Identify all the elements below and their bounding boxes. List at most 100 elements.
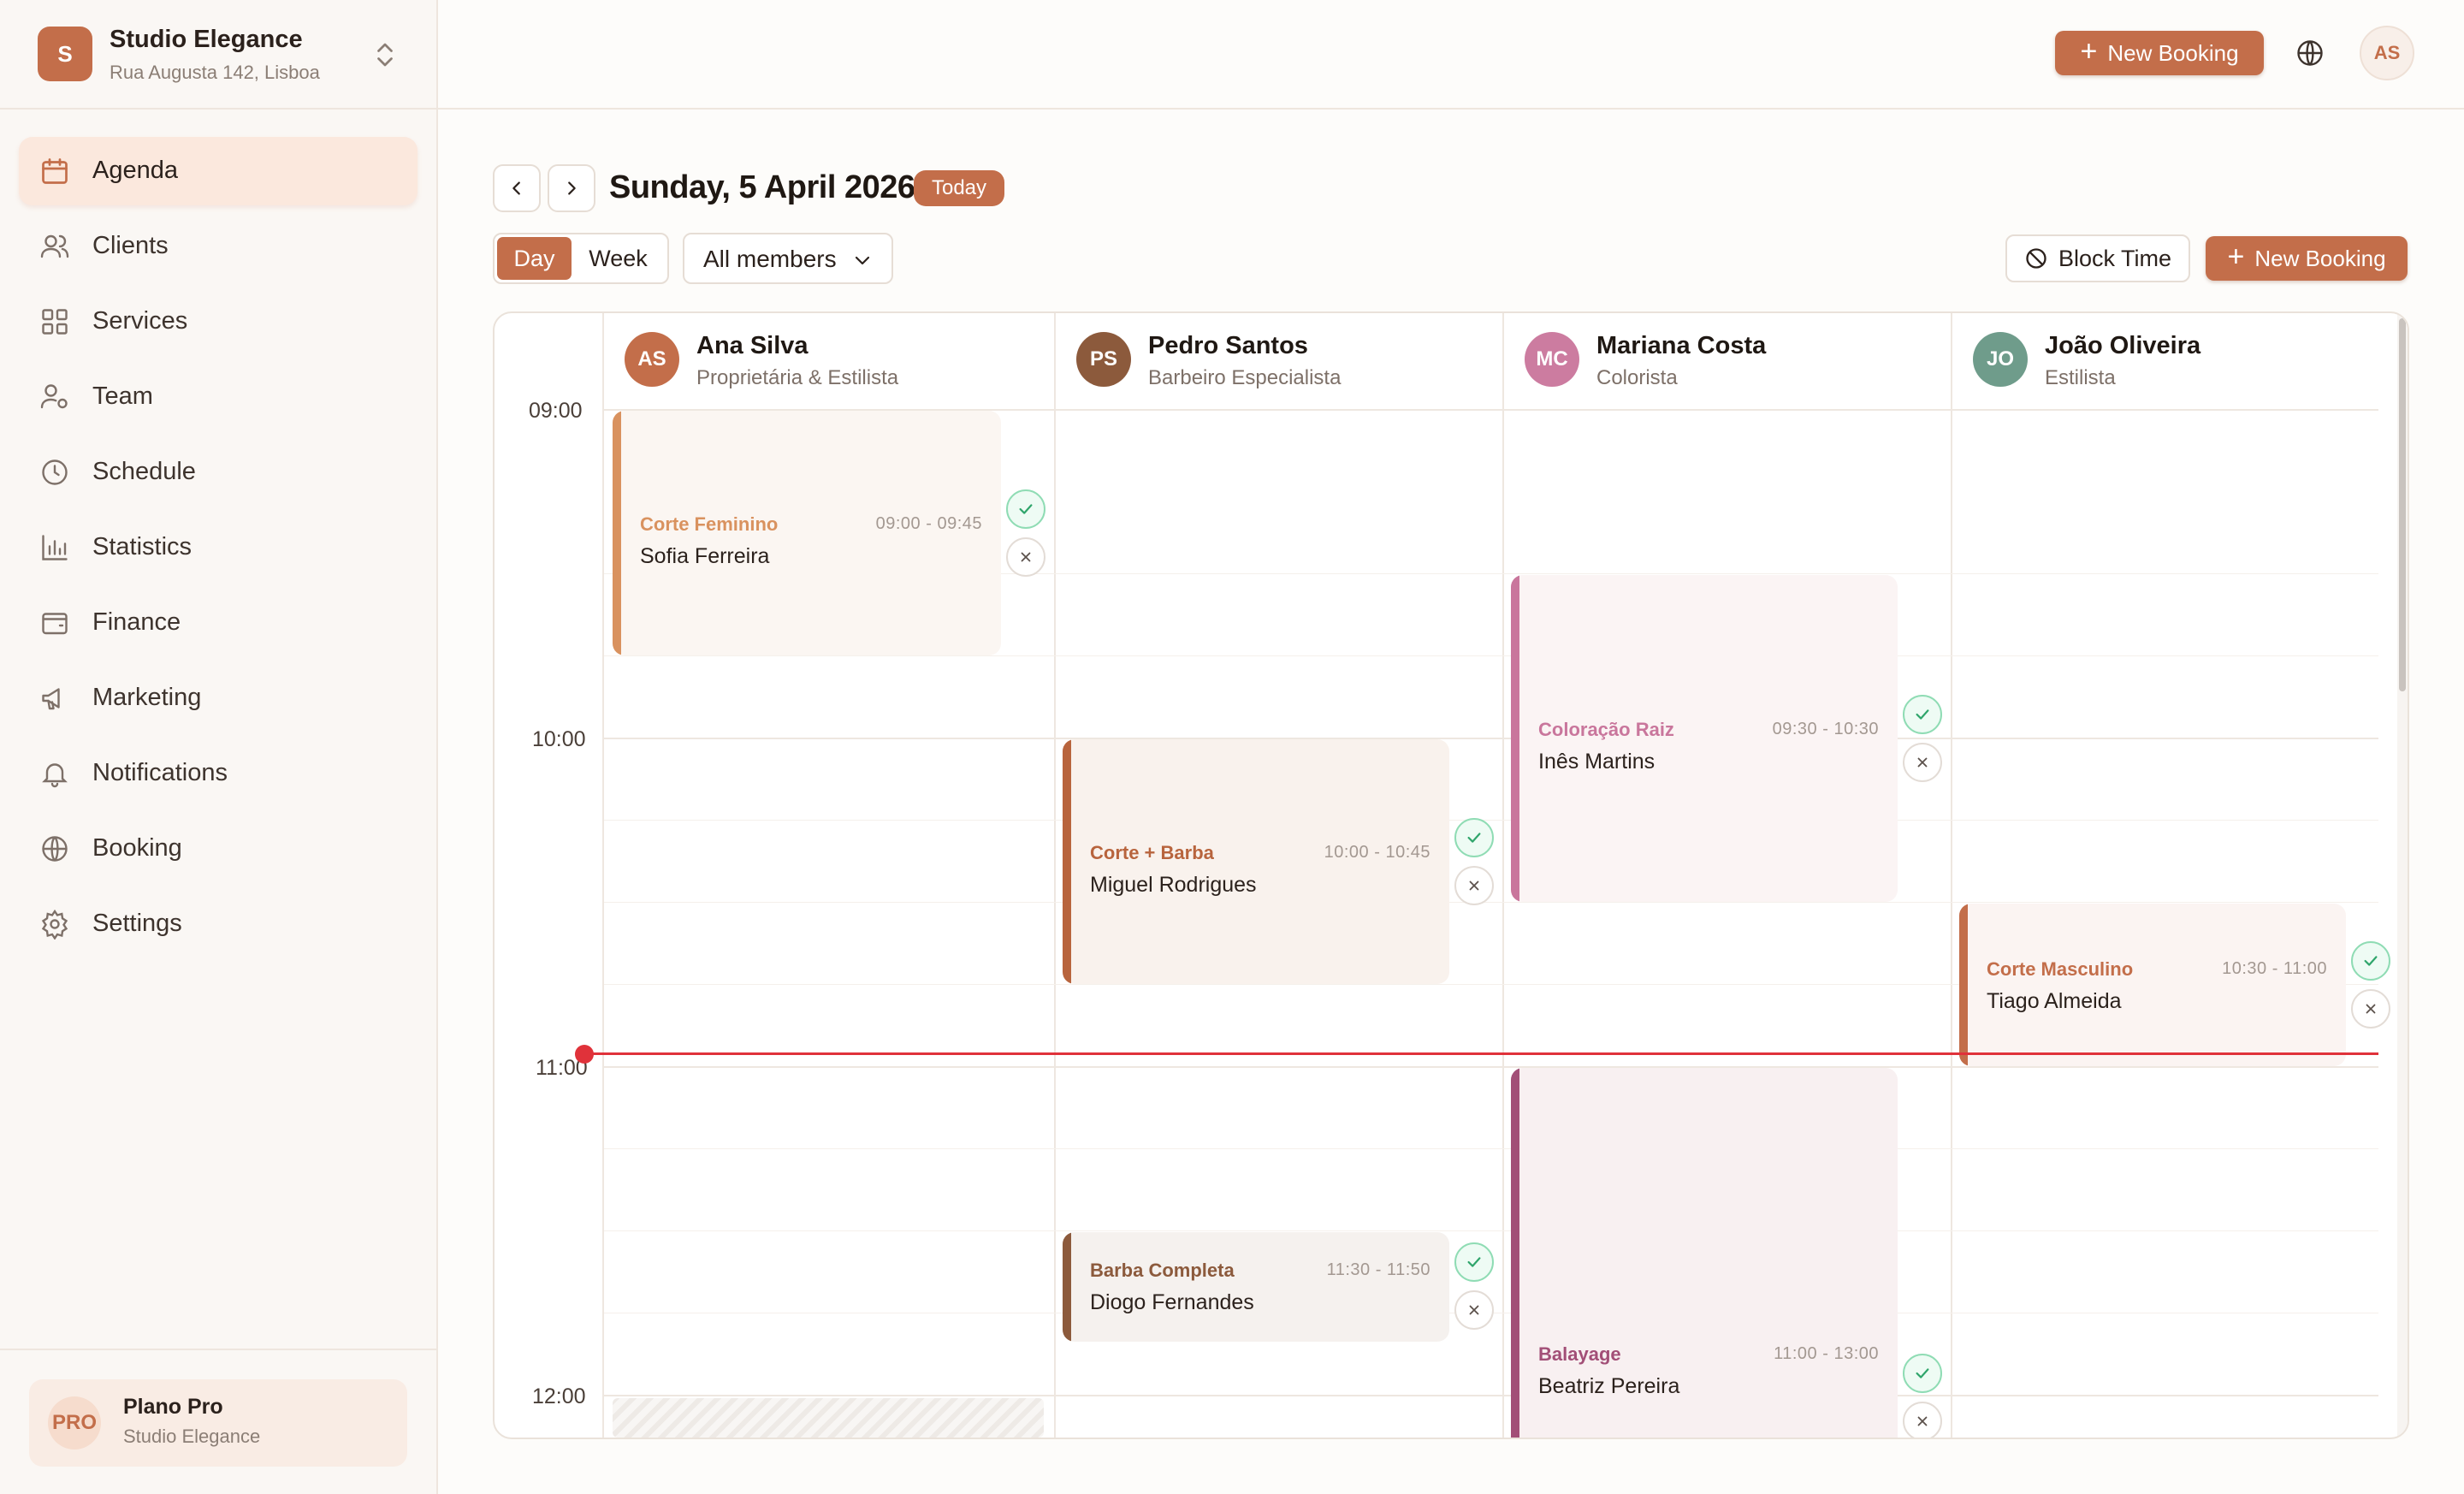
chevron-up-down-icon[interactable] [370, 38, 400, 72]
confirm-appointment-button[interactable] [2351, 941, 2390, 981]
cancel-appointment-button[interactable] [1454, 866, 1494, 905]
sidebar-item-finance[interactable]: Finance [19, 589, 418, 657]
appointment-color-bar [613, 411, 621, 655]
week-view-button[interactable]: Week [572, 237, 665, 280]
divider [0, 1349, 436, 1350]
plan-name: Plano Pro [123, 1395, 223, 1419]
cancel-appointment-button[interactable] [1903, 743, 1942, 782]
confirm-appointment-button[interactable] [1903, 695, 1942, 734]
appointment-service: Corte + Barba [1090, 842, 1214, 863]
avatar: JO [1973, 332, 2028, 387]
appointment-client: Inês Martins [1538, 750, 1656, 774]
today-button[interactable]: Today [914, 170, 1004, 206]
appointment-service: Balayage [1538, 1343, 1621, 1365]
appointment-card[interactable]: Barba Completa 11:30 - 11:50 Diogo Ferna… [1063, 1232, 1449, 1342]
plus-icon: + [2227, 240, 2245, 273]
sidebar-item-label: Schedule [92, 458, 196, 485]
appointment-client: Diogo Fernandes [1090, 1290, 1254, 1314]
appointment-client: Tiago Almeida [1987, 989, 2122, 1013]
time-label: 10:00 [532, 727, 586, 751]
sidebar-item-label: Finance [92, 608, 181, 636]
day-view-button[interactable]: Day [497, 237, 572, 280]
cancel-appointment-button[interactable] [1903, 1402, 1942, 1438]
member-column-header[interactable]: AS Ana Silva Proprietária & Estilista [604, 313, 1054, 409]
appointment-color-bar [1063, 1232, 1071, 1342]
ban-icon [2026, 248, 2046, 269]
sidebar-item-agenda[interactable]: Agenda [19, 137, 418, 205]
block-time-button[interactable]: Block Time [2005, 234, 2190, 282]
appointment-card[interactable]: Corte Feminino 09:00 - 09:45 Sofia Ferre… [613, 411, 1001, 655]
new-booking-button-secondary[interactable]: + New Booking [2206, 236, 2408, 281]
previous-day-button[interactable] [493, 164, 541, 212]
scrollbar-thumb[interactable] [2399, 318, 2406, 691]
avatar: MC [1525, 332, 1579, 387]
close-icon [1917, 757, 1928, 768]
hour-line [604, 738, 2378, 739]
confirm-appointment-button[interactable] [1454, 818, 1494, 857]
member-role: Proprietária & Estilista [696, 366, 899, 389]
appointment-service: Coloração Raiz [1538, 719, 1674, 740]
chevron-left-icon [512, 181, 520, 195]
confirm-appointment-button[interactable] [1006, 489, 1045, 529]
plan-card[interactable]: PRO Plano Pro Studio Elegance [29, 1379, 407, 1467]
appointment-time: 11:00 - 13:00 [1774, 1344, 1879, 1363]
sidebar-item-label: Services [92, 307, 188, 335]
bell-icon [42, 763, 68, 788]
user-avatar[interactable]: AS [2360, 26, 2414, 80]
members-filter-select[interactable]: All members [683, 233, 893, 284]
sidebar-item-label: Statistics [92, 533, 192, 560]
globe-icon[interactable] [2295, 38, 2325, 68]
column-divider [1054, 313, 1056, 1438]
member-role: Barbeiro Especialista [1148, 366, 1342, 389]
members-filter-value: All members [703, 246, 837, 272]
sidebar-item-notifications[interactable]: Notifications [19, 739, 418, 808]
member-column-header[interactable]: JO João Oliveira Estilista [1952, 313, 2397, 409]
studio-logo: S [38, 27, 92, 81]
confirm-appointment-button[interactable] [1454, 1242, 1494, 1282]
member-name: Mariana Costa [1596, 332, 1767, 359]
member-column-header[interactable]: MC Mariana Costa Colorista [1504, 313, 1951, 409]
sidebar-item-services[interactable]: Services [19, 288, 418, 356]
studio-switcher[interactable]: S Studio Elegance Rua Augusta 142, Lisbo… [0, 0, 436, 110]
appointment-card[interactable]: Corte + Barba 10:00 - 10:45 Miguel Rodri… [1063, 739, 1449, 984]
member-column-header[interactable]: PS Pedro Santos Barbeiro Especialista [1056, 313, 1502, 409]
plus-icon: + [2080, 35, 2098, 68]
appointment-card[interactable]: Corte Masculino 10:30 - 11:00 Tiago Alme… [1959, 904, 2346, 1066]
sidebar-item-statistics[interactable]: Statistics [19, 513, 418, 582]
confirm-appointment-button[interactable] [1903, 1354, 1942, 1393]
sidebar-item-label: Settings [92, 910, 182, 937]
column-divider [602, 313, 604, 1438]
cancel-appointment-button[interactable] [2351, 989, 2390, 1029]
sidebar-item-settings[interactable]: Settings [19, 890, 418, 958]
next-day-button[interactable] [548, 164, 595, 212]
sidebar-item-team[interactable]: Team [19, 363, 418, 431]
globe-icon [42, 836, 68, 862]
gear-icon [41, 909, 68, 940]
time-label: 09:00 [529, 399, 583, 423]
sidebar-item-schedule[interactable]: Schedule [19, 438, 418, 507]
blocked-time-slot[interactable] [613, 1398, 1044, 1438]
avatar: PS [1076, 332, 1131, 387]
sidebar-item-booking[interactable]: Booking [19, 815, 418, 883]
sidebar-item-label: Marketing [92, 684, 202, 711]
plan-badge: PRO [48, 1396, 101, 1450]
avatar: AS [625, 332, 679, 387]
appointment-time: 09:00 - 09:45 [875, 514, 982, 533]
new-booking-button[interactable]: + New Booking [2055, 31, 2264, 75]
close-icon [1469, 880, 1479, 891]
cancel-appointment-button[interactable] [1454, 1290, 1494, 1330]
sidebar-item-clients[interactable]: Clients [19, 212, 418, 281]
user-gear-icon [40, 384, 68, 409]
member-name: João Oliveira [2045, 332, 2201, 359]
users-icon [40, 234, 69, 258]
check-icon [2364, 956, 2378, 966]
cancel-appointment-button[interactable] [1006, 537, 1045, 577]
appointment-time: 11:30 - 11:50 [1326, 1260, 1430, 1279]
member-role: Colorista [1596, 366, 1678, 389]
view-toggle: Day Week [493, 233, 669, 284]
hour-line [604, 1395, 2378, 1396]
sidebar-item-marketing[interactable]: Marketing [19, 664, 418, 732]
new-booking-label: New Booking [2107, 39, 2239, 66]
appointment-card[interactable]: Balayage 11:00 - 13:00 Beatriz Pereira [1511, 1068, 1898, 1438]
appointment-card[interactable]: Coloração Raiz 09:30 - 10:30 Inês Martin… [1511, 575, 1898, 902]
